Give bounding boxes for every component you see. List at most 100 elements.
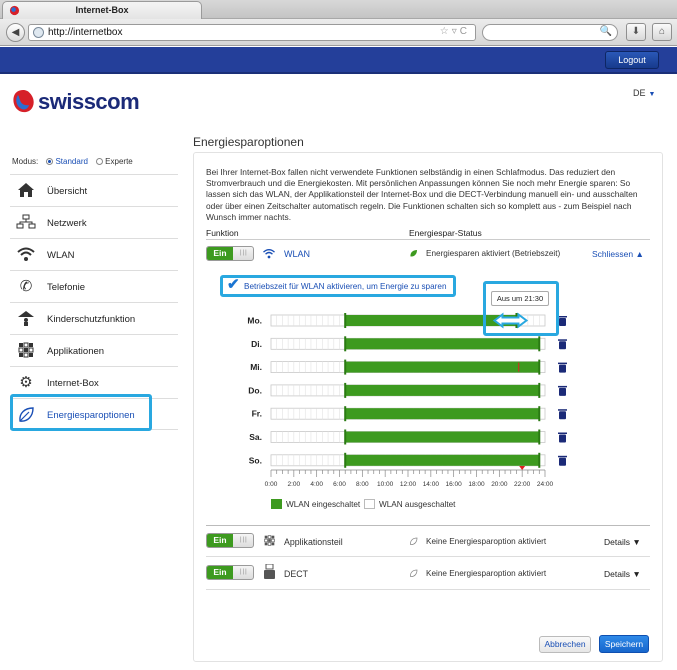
wlan-on-bar bbox=[345, 408, 540, 420]
wlan-schedule-chart: Mo. Di. Mi. Do. Fr. Sa. So. 0:00 2:00 4:00 6:00 8:0… bbox=[247, 312, 567, 488]
bar-start-handle bbox=[344, 429, 347, 445]
trash-lid-icon bbox=[558, 432, 567, 434]
trash-icon bbox=[559, 434, 566, 443]
bar-start-handle bbox=[344, 336, 347, 352]
radio-standard[interactable] bbox=[46, 158, 54, 166]
axis-tick-label: 14:00 bbox=[423, 481, 440, 488]
sidebar-item-label: WLAN bbox=[47, 250, 75, 261]
gear-icon: ⚙ bbox=[19, 374, 33, 391]
url-text: http://internetbox bbox=[48, 27, 123, 38]
logout-button[interactable]: Logout bbox=[605, 51, 659, 69]
browser-tab[interactable]: Internet-Box bbox=[2, 1, 202, 19]
trash-lid-icon bbox=[558, 362, 567, 365]
day-label: Fr. bbox=[252, 409, 262, 419]
wifi-icon bbox=[16, 246, 36, 264]
apps-icon bbox=[264, 535, 275, 546]
address-bar[interactable]: http://internetbox ☆▿C bbox=[28, 24, 476, 41]
bar-end-handle bbox=[538, 429, 541, 445]
caret-down-icon: ▼ bbox=[648, 91, 656, 98]
mode-label: Modus: bbox=[12, 157, 39, 166]
row-divider bbox=[206, 525, 650, 526]
save-button[interactable]: Speichern bbox=[599, 635, 649, 653]
back-button[interactable]: ◀ bbox=[6, 23, 25, 42]
sidebar-item-applikationen[interactable]: Applikationen bbox=[10, 334, 178, 366]
trash-icon bbox=[559, 341, 566, 350]
trash-lid-icon bbox=[558, 316, 567, 318]
download-button[interactable]: ⬇ bbox=[626, 23, 646, 41]
axis-tick-label: 16:00 bbox=[446, 481, 463, 488]
sidebar-item-label: Applikationen bbox=[47, 346, 105, 357]
sidebar-highlight-frame bbox=[10, 394, 152, 431]
tooltip-highlight-frame bbox=[483, 281, 559, 336]
globe-icon bbox=[33, 27, 44, 38]
bookmark-star-icon[interactable]: ☆▿C bbox=[440, 26, 470, 37]
search-input[interactable]: 🔍 bbox=[482, 24, 618, 41]
legend-off-swatch bbox=[364, 499, 375, 509]
day-label: So. bbox=[249, 455, 262, 465]
applikationsteil-toggle[interactable]: Ein ||| bbox=[206, 533, 254, 548]
dect-status: Keine Energiesparoption aktiviert bbox=[426, 569, 547, 578]
network-icon bbox=[16, 214, 36, 232]
home-button[interactable]: ⌂ bbox=[652, 23, 672, 41]
trash-lid-icon bbox=[558, 455, 567, 458]
browser-toolbar: ◀ http://internetbox ☆▿C 🔍 ⬇ ⌂ bbox=[0, 19, 677, 46]
dect-details-link[interactable]: Details ▼ bbox=[604, 569, 641, 579]
home-icon: ⌂ bbox=[658, 26, 666, 37]
sidebar-item-netzwerk[interactable]: Netzwerk bbox=[10, 206, 178, 238]
phone-icon: ✆ bbox=[19, 278, 33, 295]
radio-expert[interactable] bbox=[96, 158, 104, 166]
home-icon bbox=[16, 182, 36, 200]
details-link-label: Details bbox=[604, 537, 630, 547]
download-icon: ⬇ bbox=[631, 26, 641, 37]
sidebar-item-wlan[interactable]: WLAN bbox=[10, 238, 178, 270]
dect-toggle[interactable]: Ein ||| bbox=[206, 565, 254, 580]
axis-tick-label: 24:00 bbox=[537, 481, 554, 488]
sidebar-item-kinderschutz[interactable]: Kinderschutzfunktion bbox=[10, 302, 178, 334]
details-link-label: Details bbox=[604, 569, 630, 579]
top-header: Logout bbox=[0, 47, 677, 74]
bar-end-handle bbox=[538, 382, 541, 398]
axis-tick-label: 0:00 bbox=[265, 481, 278, 488]
sidebar-item-label: Internet-Box bbox=[47, 378, 99, 389]
bar-start-handle bbox=[344, 406, 347, 422]
brand-name: swisscom bbox=[38, 89, 140, 114]
day-label: Mi. bbox=[250, 362, 262, 372]
trash-icon bbox=[559, 387, 566, 396]
sidebar-item-telefonie[interactable]: ✆ Telefonie bbox=[10, 270, 178, 302]
trash-lid-icon bbox=[558, 385, 567, 388]
sidebar-nav: Übersicht Netzwerk WLAN ✆ Telefonie Kind… bbox=[10, 174, 178, 430]
bar-start-handle bbox=[344, 359, 347, 375]
language-selector[interactable]: DE ▼ bbox=[633, 88, 655, 98]
applikationsteil-details-link[interactable]: Details ▼ bbox=[604, 537, 641, 547]
axis-tick-label: 18:00 bbox=[468, 481, 485, 488]
browser-titlebar: Internet-Box bbox=[0, 0, 677, 19]
leaf-icon bbox=[410, 537, 418, 545]
day-label: Di. bbox=[251, 339, 262, 349]
sidebar-item-label: Netzwerk bbox=[47, 218, 87, 229]
day-label: Do. bbox=[248, 385, 262, 395]
dect-phone-icon bbox=[264, 564, 275, 579]
mode-standard-label[interactable]: Standard bbox=[55, 157, 87, 166]
legend-on-swatch bbox=[271, 499, 282, 509]
cancel-button[interactable]: Abbrechen bbox=[539, 636, 591, 653]
toggle-grip-icon: ||| bbox=[240, 537, 248, 543]
trash-icon bbox=[559, 364, 566, 373]
axis-tick-label: 4:00 bbox=[310, 481, 323, 488]
row-divider bbox=[206, 556, 650, 557]
axis-tick-label: 20:00 bbox=[491, 481, 508, 488]
current-time-pointer-icon bbox=[519, 466, 526, 470]
sidebar-item-uebersicht[interactable]: Übersicht bbox=[10, 174, 178, 206]
apps-icon bbox=[16, 342, 36, 360]
trash-lid-icon bbox=[558, 339, 567, 341]
wlan-on-bar bbox=[345, 361, 540, 373]
energy-panel: Bei Ihrer Internet-Box fallen nicht verw… bbox=[193, 152, 663, 662]
mode-expert-label[interactable]: Experte bbox=[105, 157, 133, 166]
caret-down-icon: ▼ bbox=[632, 569, 641, 579]
wlan-on-bar bbox=[345, 454, 540, 466]
search-icon: 🔍 bbox=[599, 26, 612, 37]
axis-tick-label: 12:00 bbox=[400, 481, 417, 488]
applikationsteil-status: Keine Energiesparoption aktiviert bbox=[426, 537, 547, 546]
trash-icon bbox=[559, 318, 566, 326]
dect-row-name: DECT bbox=[284, 569, 308, 579]
day-label: Mo. bbox=[247, 316, 262, 326]
